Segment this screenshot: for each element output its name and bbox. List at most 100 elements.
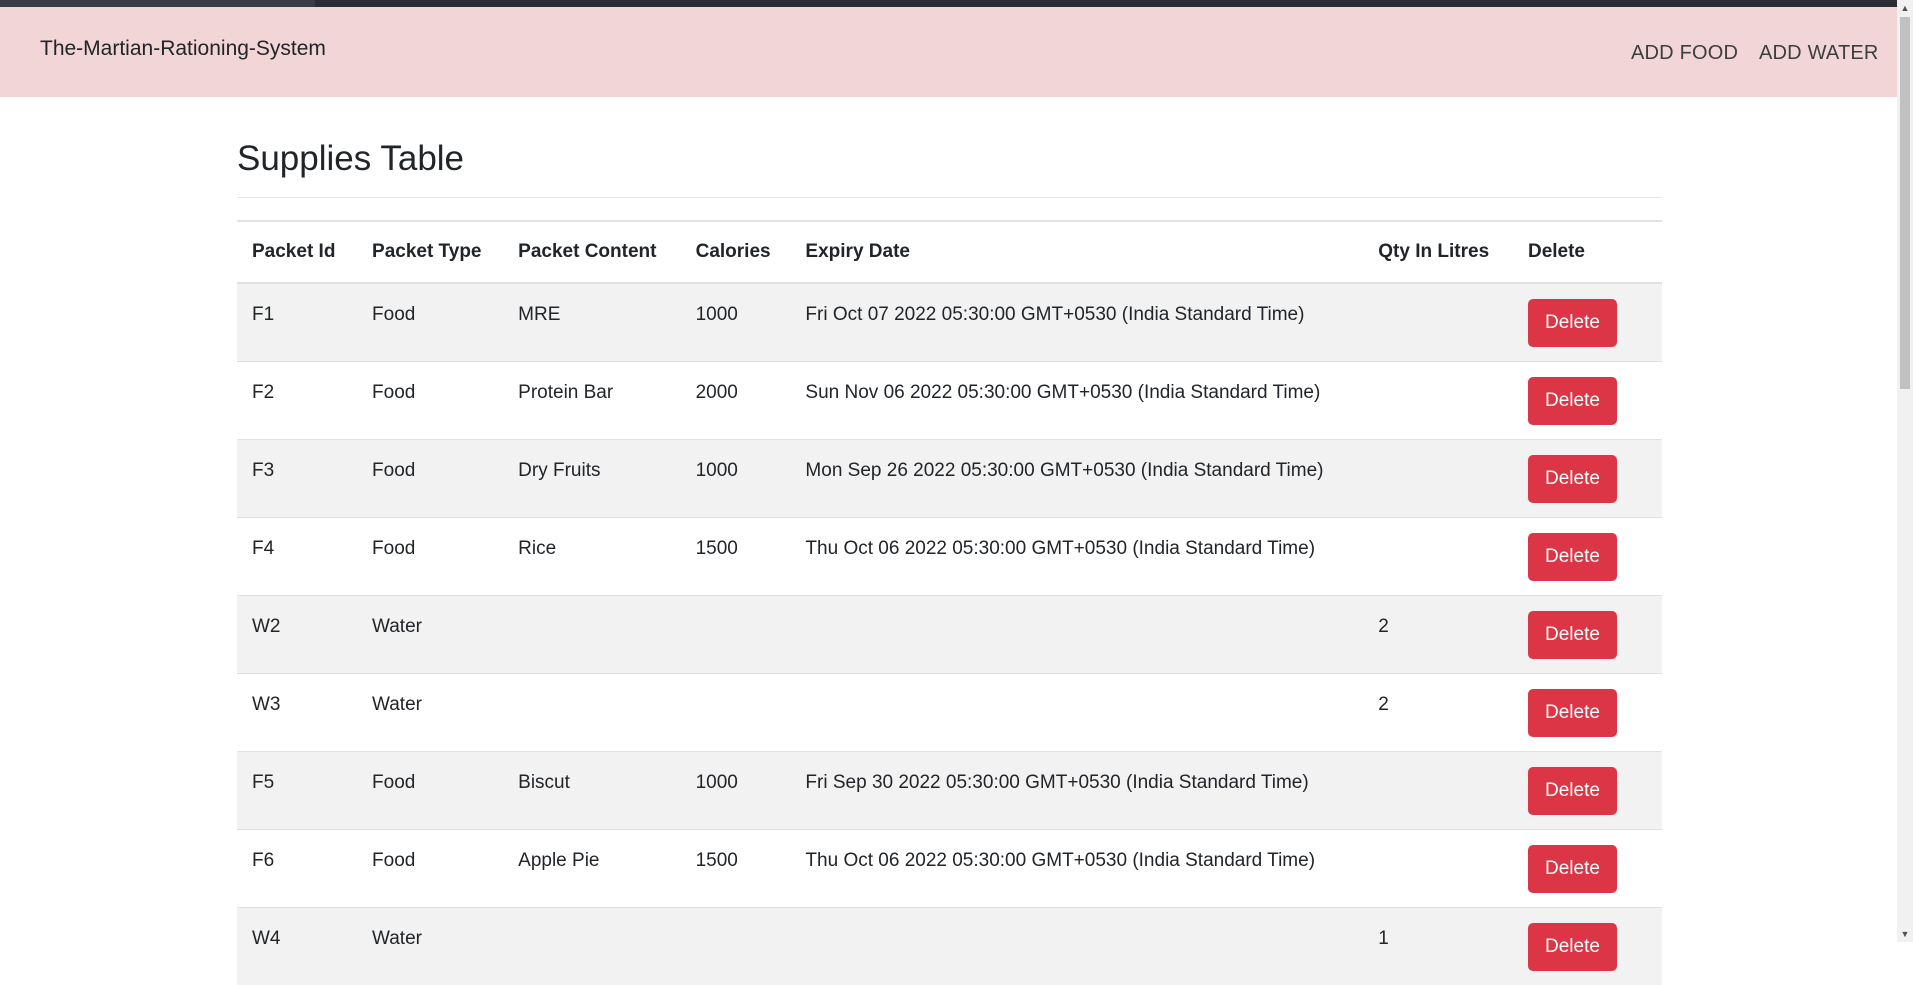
cell-qty: 1: [1363, 906, 1513, 985]
cell-qty: 2: [1363, 672, 1513, 751]
cell-packet-content: Protein Bar: [503, 360, 681, 439]
cell-packet-type: Food: [357, 282, 504, 361]
cell-packet-id: W4: [237, 906, 358, 985]
scrollbar-thumb[interactable]: [1900, 17, 1910, 389]
cell-expiry-date: Fri Oct 07 2022 05:30:00 GMT+0530 (India…: [790, 282, 1364, 361]
supplies-table: Packet Id Packet Type Packet Content Cal…: [237, 220, 1662, 985]
delete-button[interactable]: Delete: [1527, 532, 1617, 581]
cell-expiry-date: Thu Oct 06 2022 05:30:00 GMT+0530 (India…: [790, 516, 1364, 595]
cell-packet-content: Biscut: [503, 750, 681, 829]
header-packet-type: Packet Type: [372, 241, 482, 262]
delete-button[interactable]: Delete: [1527, 688, 1617, 737]
cell-delete: Delete: [1512, 360, 1662, 439]
cell-packet-id: F1: [237, 282, 358, 361]
title-divider: [237, 197, 1662, 198]
header-delete: Delete: [1527, 241, 1585, 262]
cell-packet-id: F3: [237, 438, 358, 517]
delete-button[interactable]: Delete: [1527, 299, 1617, 347]
cell-packet-content: [503, 672, 681, 751]
cell-expiry-date: Fri Sep 30 2022 05:30:00 GMT+0530 (India…: [790, 750, 1364, 829]
cell-calories: 1000: [680, 438, 791, 517]
cell-delete: Delete: [1512, 672, 1662, 751]
cell-packet-type: Food: [357, 750, 504, 829]
cell-delete: Delete: [1512, 438, 1662, 517]
header-packet-id: Packet Id: [252, 241, 336, 262]
cell-packet-content: Rice: [503, 516, 681, 595]
cell-packet-id: F6: [237, 828, 358, 907]
cell-qty: [1363, 516, 1513, 595]
cell-qty: [1363, 828, 1513, 907]
table-row: W3 Water 2 Delete: [237, 672, 1662, 751]
table-row: F3 Food Dry Fruits 1000 Mon Sep 26 2022 …: [237, 438, 1662, 517]
cell-packet-type: Water: [357, 672, 504, 751]
cell-calories: 1500: [680, 516, 791, 595]
cell-qty: [1363, 360, 1513, 439]
cell-packet-id: F4: [237, 516, 358, 595]
cell-delete: Delete: [1512, 516, 1662, 595]
cell-expiry-date: [790, 594, 1364, 673]
cell-packet-type: Food: [357, 828, 504, 907]
cell-expiry-date: Sun Nov 06 2022 05:30:00 GMT+0530 (India…: [790, 360, 1364, 439]
delete-button[interactable]: Delete: [1527, 922, 1617, 971]
cell-qty: [1363, 750, 1513, 829]
table-row: F1 Food MRE 1000 Fri Oct 07 2022 05:30:0…: [237, 282, 1662, 361]
cell-calories: 1000: [680, 750, 791, 829]
cell-qty: [1363, 438, 1513, 517]
scroll-up-arrow-icon[interactable]: ▲: [1897, 0, 1913, 16]
cell-packet-type: Water: [357, 594, 504, 673]
table-row: F2 Food Protein Bar 2000 Sun Nov 06 2022…: [237, 360, 1662, 439]
cell-delete: Delete: [1512, 282, 1662, 361]
cell-delete: Delete: [1512, 750, 1662, 829]
delete-button[interactable]: Delete: [1527, 610, 1617, 659]
navbar-brand[interactable]: The-Martian-Rationing-System: [40, 37, 326, 61]
nav-link-add-food[interactable]: ADD FOOD: [1631, 42, 1738, 65]
cell-packet-id: W2: [237, 594, 358, 673]
cell-calories: [680, 594, 791, 673]
cell-packet-type: Food: [357, 516, 504, 595]
cell-expiry-date: [790, 906, 1364, 985]
cell-packet-id: W3: [237, 672, 358, 751]
browser-top-strip-segment: [0, 0, 315, 7]
header-qty-in-litres: Qty In Litres: [1378, 241, 1490, 262]
table-row: W4 Water 1 Delete: [237, 906, 1662, 985]
cell-calories: 2000: [680, 360, 791, 439]
browser-top-strip: [0, 0, 1897, 7]
cell-qty: 2: [1363, 594, 1513, 673]
delete-button[interactable]: Delete: [1527, 766, 1617, 815]
table-body: F1 Food MRE 1000 Fri Oct 07 2022 05:30:0…: [237, 282, 1662, 985]
cell-delete: Delete: [1512, 594, 1662, 673]
header-packet-content: Packet Content: [518, 241, 657, 262]
delete-button[interactable]: Delete: [1527, 844, 1617, 893]
cell-packet-content: [503, 906, 681, 985]
cell-qty: [1363, 282, 1513, 361]
cell-calories: 1500: [680, 828, 791, 907]
header-calories: Calories: [695, 241, 771, 262]
table-row: F6 Food Apple Pie 1500 Thu Oct 06 2022 0…: [237, 828, 1662, 907]
cell-expiry-date: Thu Oct 06 2022 05:30:00 GMT+0530 (India…: [790, 828, 1364, 907]
cell-packet-content: Apple Pie: [503, 828, 681, 907]
scroll-down-arrow-icon[interactable]: ▼: [1897, 926, 1913, 942]
cell-packet-id: F2: [237, 360, 358, 439]
cell-calories: [680, 672, 791, 751]
table-header-row: Packet Id Packet Type Packet Content Cal…: [237, 221, 1662, 283]
cell-packet-type: Food: [357, 360, 504, 439]
cell-delete: Delete: [1512, 828, 1662, 907]
cell-expiry-date: [790, 672, 1364, 751]
nav-link-add-water[interactable]: ADD WATER: [1759, 42, 1879, 65]
table-row: F5 Food Biscut 1000 Fri Sep 30 2022 05:3…: [237, 750, 1662, 829]
cell-calories: [680, 906, 791, 985]
vertical-scrollbar[interactable]: ▲ ▼: [1897, 0, 1913, 942]
cell-calories: 1000: [680, 282, 791, 361]
delete-button[interactable]: Delete: [1527, 454, 1617, 503]
cell-packet-type: Food: [357, 438, 504, 517]
cell-delete: Delete: [1512, 906, 1662, 985]
supplies-table-wrapper: Packet Id Packet Type Packet Content Cal…: [237, 220, 1662, 985]
page-title: Supplies Table: [237, 139, 465, 178]
table-header: Packet Id Packet Type Packet Content Cal…: [237, 221, 1662, 283]
cell-packet-content: [503, 594, 681, 673]
cell-packet-type: Water: [357, 906, 504, 985]
table-row: W2 Water 2 Delete: [237, 594, 1662, 673]
navbar: The-Martian-Rationing-System ADD FOOD AD…: [0, 7, 1897, 97]
delete-button[interactable]: Delete: [1527, 376, 1617, 425]
cell-packet-content: Dry Fruits: [503, 438, 681, 517]
